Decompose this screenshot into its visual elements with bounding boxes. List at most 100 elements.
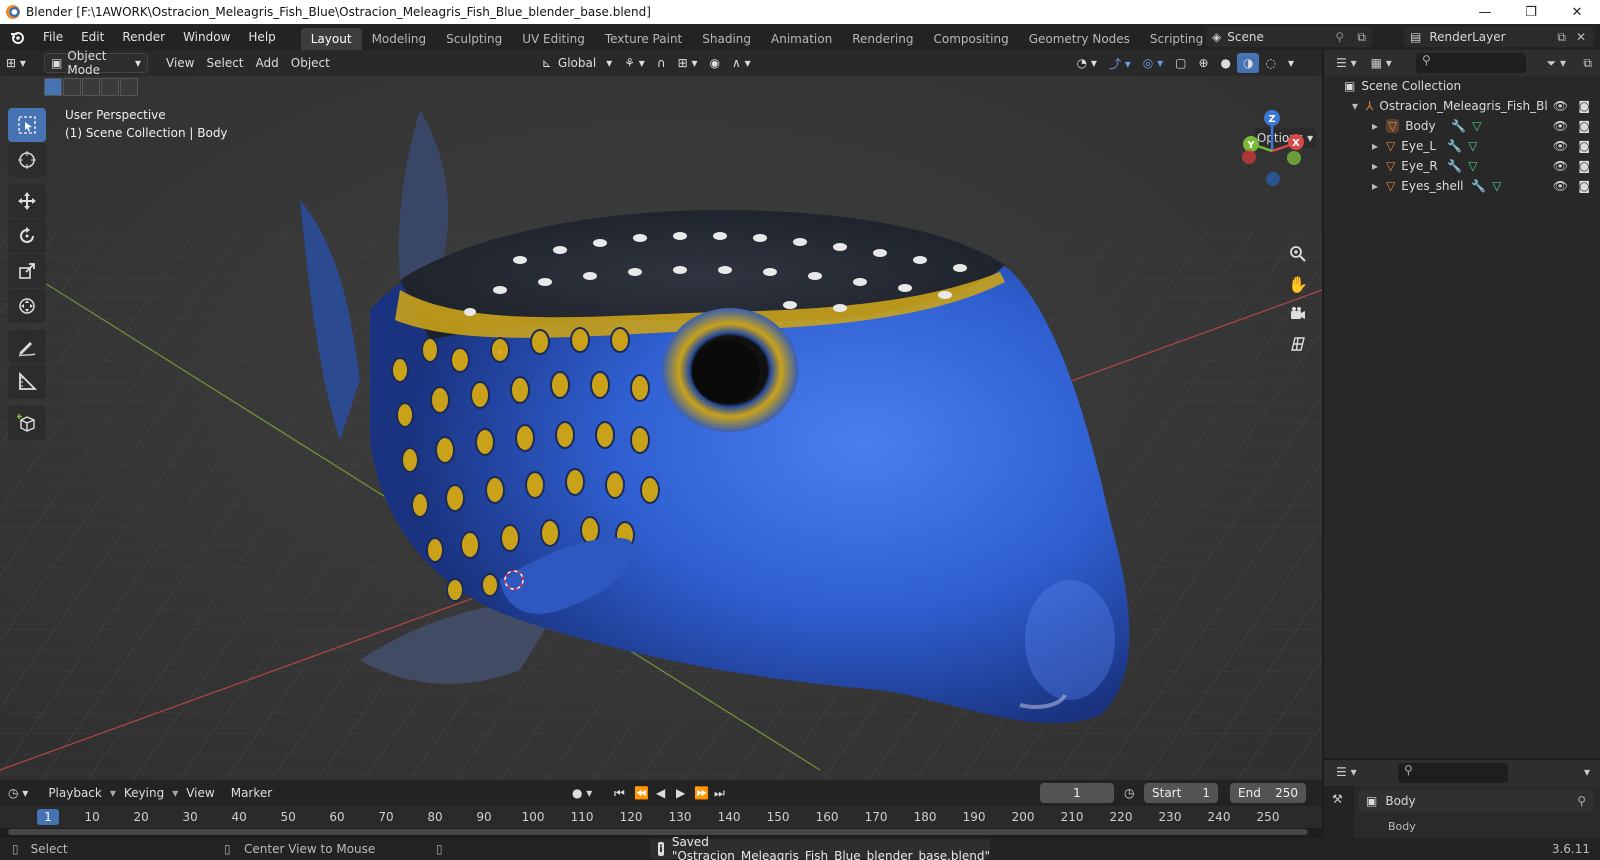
new-collection-icon[interactable]: ⧉ (1583, 56, 1592, 71)
menu-help[interactable]: Help (239, 24, 284, 50)
tab-animation[interactable]: Animation (761, 28, 842, 50)
pivot-point-icon[interactable]: ⚘ ▾ (618, 53, 651, 73)
pan-hand-icon[interactable]: ✋ (1284, 270, 1312, 298)
pin-icon[interactable]: ⚲ (1577, 794, 1586, 808)
tab-modeling[interactable]: Modeling (362, 28, 437, 50)
current-frame-field[interactable]: 1 (1040, 783, 1114, 803)
properties-editor-icon[interactable]: ☰ ▾ (1336, 765, 1357, 779)
render-camera-icon[interactable]: ◙ (1578, 119, 1590, 133)
camera-view-icon[interactable] (1284, 300, 1312, 328)
menu-select[interactable]: Select (200, 53, 249, 73)
jump-end-icon[interactable]: ⏭ (714, 786, 725, 801)
select-subtract-icon[interactable] (82, 78, 100, 96)
view-layer-selector[interactable]: ▤ RenderLayer ⧉ ✕ (1404, 27, 1594, 47)
object-name-field[interactable]: ▣ Body ⚲ (1358, 790, 1594, 812)
rotate-tool[interactable] (8, 219, 46, 253)
expand-chevron-icon[interactable]: ▸ (1372, 179, 1378, 193)
outliner-object-eyes-shell[interactable]: ▸ ▽ Eyes_shell 🔧 ▽ 👁 ◙ (1324, 176, 1600, 196)
select-invert-icon[interactable] (101, 78, 119, 96)
outliner-collection-row[interactable]: ▾ ⅄ Ostracion_Meleagris_Fish_Bl 👁 ◙ (1324, 96, 1600, 116)
editor-type-icon[interactable]: ⊞ ▾ (0, 53, 40, 73)
menu-view[interactable]: View (160, 53, 200, 73)
tab-shading[interactable]: Shading (692, 28, 761, 50)
menu-edit[interactable]: Edit (72, 24, 113, 50)
move-tool[interactable] (8, 184, 46, 218)
outliner-editor-icon[interactable]: ☰ ▾ (1336, 56, 1357, 70)
maximize-button[interactable]: ❐ (1508, 0, 1554, 24)
menu-add[interactable]: Add (250, 53, 285, 73)
tab-layout[interactable]: Layout (300, 28, 362, 50)
outliner-search-input[interactable]: ⚲ (1416, 53, 1526, 73)
chevron-down-icon[interactable]: ▾ (1584, 765, 1590, 779)
tab-rendering[interactable]: Rendering (842, 28, 923, 50)
pin-icon[interactable]: ⚲ (1335, 30, 1344, 44)
visibility-eye-icon[interactable]: 👁 (1553, 99, 1568, 113)
tab-sculpting[interactable]: Sculpting (436, 28, 512, 50)
proportional-edit-icon[interactable]: ◉ (704, 53, 726, 73)
proportional-falloff-icon[interactable]: ∧ ▾ (726, 53, 757, 73)
new-scene-icon[interactable]: ⧉ (1357, 30, 1366, 45)
material-shading-icon[interactable]: ◑ (1237, 53, 1260, 73)
expand-chevron-icon[interactable]: ▾ (1352, 99, 1358, 113)
menu-timeline-view[interactable]: View (178, 786, 222, 800)
object-mode-dropdown[interactable]: ▣ Object Mode ▾ (44, 50, 148, 77)
properties-search-input[interactable]: ⚲ (1398, 763, 1508, 783)
select-extend-icon[interactable] (63, 78, 81, 96)
expand-chevron-icon[interactable]: ▸ (1372, 139, 1378, 153)
snap-target-icon[interactable]: ⊞ ▾ (672, 53, 704, 73)
cursor-tool[interactable] (8, 143, 46, 177)
gizmo-toggle-icon[interactable]: ⤴ ▾ (1103, 53, 1137, 73)
preview-range-icon[interactable]: ◷ (1124, 786, 1134, 800)
render-camera-icon[interactable]: ◙ (1578, 179, 1590, 193)
timeline-editor-icon[interactable]: ◷ ▾ (0, 786, 36, 800)
tab-geometry-nodes[interactable]: Geometry Nodes (1019, 28, 1140, 50)
menu-keying[interactable]: Keying (116, 786, 172, 800)
auto-keying-icon[interactable]: ● ▾ (572, 786, 592, 800)
render-camera-icon[interactable]: ◙ (1578, 99, 1590, 113)
menu-window[interactable]: Window (174, 24, 239, 50)
minimize-button[interactable]: — (1462, 0, 1508, 24)
visibility-eye-icon[interactable]: 👁 (1553, 119, 1568, 133)
select-box-tool[interactable] (8, 108, 46, 142)
menu-render[interactable]: Render (113, 24, 174, 50)
wireframe-shading-icon[interactable]: ⊕ (1192, 53, 1214, 73)
rendered-shading-icon[interactable]: ◌ (1259, 53, 1281, 73)
tab-texture-paint[interactable]: Texture Paint (595, 28, 692, 50)
current-frame-indicator[interactable]: 1 (37, 809, 59, 825)
timeline-ruler[interactable]: 1 10 20 30 40 50 60 70 80 90 100 110 120 130 140 150 16… (0, 806, 1322, 828)
outliner-object-eye-r[interactable]: ▸ ▽ Eye_R 🔧 ▽ 👁 ◙ (1324, 156, 1600, 176)
select-new-icon[interactable] (44, 78, 62, 96)
visibility-eye-icon[interactable]: 👁 (1553, 179, 1568, 193)
visibility-icon[interactable]: ◔ ▾ (1071, 53, 1103, 73)
remove-view-layer-icon[interactable]: ✕ (1576, 30, 1586, 44)
jump-start-icon[interactable]: ⏮ (614, 786, 625, 801)
outliner-scene-collection[interactable]: ▣ Scene Collection (1324, 76, 1600, 96)
start-frame-field[interactable]: Start 1 (1144, 783, 1218, 803)
end-frame-field[interactable]: End 250 (1230, 783, 1306, 803)
jump-next-keyframe-icon[interactable]: ⏩ (694, 786, 709, 800)
expand-chevron-icon[interactable]: ▸ (1372, 119, 1378, 133)
render-camera-icon[interactable]: ◙ (1578, 159, 1590, 173)
menu-file[interactable]: File (34, 24, 72, 50)
tab-uv-editing[interactable]: UV Editing (512, 28, 595, 50)
menu-marker[interactable]: Marker (223, 786, 280, 800)
transform-orientation-dropdown[interactable]: ⊾ Global ▾ (536, 53, 618, 73)
expand-chevron-icon[interactable]: ▸ (1372, 159, 1378, 173)
shading-options-icon[interactable]: ▾ (1282, 53, 1300, 73)
filter-icon[interactable]: ⏷ ▾ (1547, 56, 1566, 71)
viewport-scene[interactable] (0, 50, 1322, 780)
annotate-tool[interactable] (8, 330, 46, 364)
close-button[interactable]: ✕ (1554, 0, 1600, 24)
play-reverse-icon[interactable]: ◀ (656, 786, 665, 800)
snap-icon[interactable]: ∩ (651, 53, 672, 73)
ortho-grid-icon[interactable] (1284, 330, 1312, 358)
timeline-scrollbar[interactable] (8, 829, 1308, 835)
select-intersect-icon[interactable] (120, 78, 138, 96)
blender-logo-icon[interactable] (0, 29, 34, 45)
tab-scripting[interactable]: Scripting (1140, 28, 1213, 50)
menu-playback[interactable]: Playback (40, 786, 110, 800)
scale-tool[interactable] (8, 254, 46, 288)
outliner-object-eye-l[interactable]: ▸ ▽ Eye_L 🔧 ▽ 👁 ◙ (1324, 136, 1600, 156)
scene-selector[interactable]: ◈ Scene ⚲ ⧉ (1206, 27, 1372, 47)
measure-tool[interactable] (8, 365, 46, 399)
